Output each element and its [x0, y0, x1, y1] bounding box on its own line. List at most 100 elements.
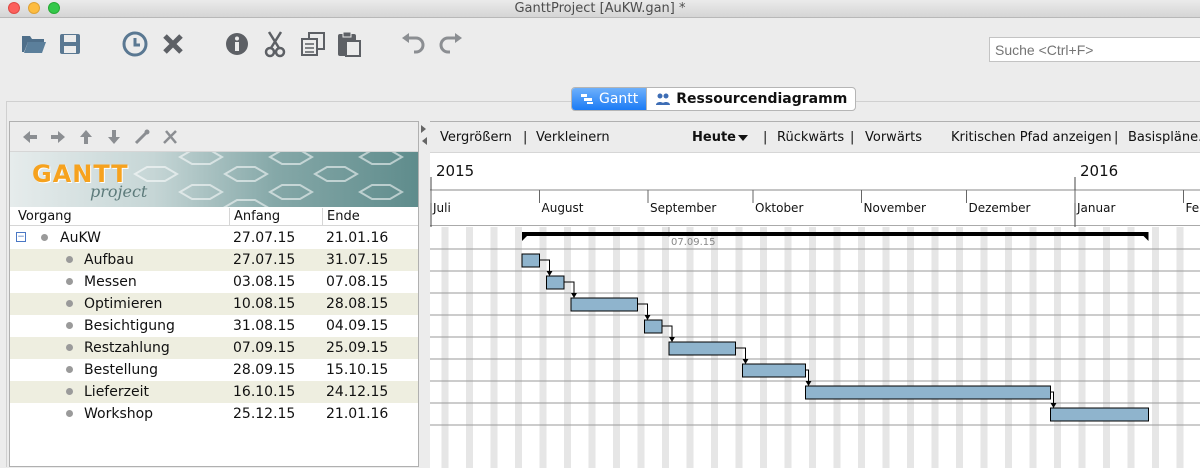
- task-row-bestellung[interactable]: Bestellung 28.09.15 15.10.15: [10, 359, 418, 381]
- tab-resources[interactable]: Ressourcendiagramm: [646, 88, 855, 110]
- column-header-end[interactable]: Ende: [327, 209, 360, 224]
- zoom-in-button[interactable]: Vergrößern: [440, 130, 512, 145]
- weekend-stripe: [1054, 227, 1061, 468]
- task-bar[interactable]: [571, 298, 638, 311]
- task-end: 24.12.15: [326, 384, 388, 400]
- month-label: August: [542, 201, 584, 215]
- weekend-stripe: [932, 227, 939, 468]
- critical-path-button[interactable]: Kritischen Pfad anzeigen: [951, 130, 1112, 145]
- task-row-aufbau[interactable]: Aufbau 27.07.15 31.07.15: [10, 249, 418, 271]
- forward-button[interactable]: Vorwärts: [865, 130, 922, 145]
- task-dot-icon: [66, 366, 73, 373]
- task-name: Besichtigung: [84, 318, 175, 334]
- delete-icon[interactable]: [158, 29, 188, 59]
- task-row-restzahlung[interactable]: Restzahlung 07.09.15 25.09.15: [10, 337, 418, 359]
- task-name: Optimieren: [84, 296, 162, 312]
- task-dot-icon: [66, 410, 73, 417]
- task-bar[interactable]: [669, 342, 736, 355]
- task-bar[interactable]: [1051, 408, 1149, 421]
- task-row-optimieren[interactable]: Optimieren 10.08.15 28.08.15: [10, 293, 418, 315]
- weekend-stripe: [662, 227, 669, 468]
- back-button[interactable]: Rückwärts: [777, 130, 844, 145]
- month-label: Januar: [1076, 201, 1115, 215]
- task-name: Messen: [84, 274, 137, 290]
- cut-icon[interactable]: [260, 29, 290, 59]
- unlink-icon[interactable]: [160, 127, 180, 147]
- weekend-stripe: [834, 227, 841, 468]
- dependency-arrowhead: [669, 337, 675, 342]
- dependency-arrowhead: [571, 293, 577, 298]
- task-bar[interactable]: [645, 320, 663, 333]
- weekend-stripe: [564, 227, 571, 468]
- open-folder-icon[interactable]: [19, 29, 49, 59]
- task-start: 27.07.15: [233, 252, 295, 268]
- task-bar[interactable]: [547, 276, 565, 289]
- weekend-stripe: [956, 227, 963, 468]
- task-dot-icon: [66, 388, 73, 395]
- weekend-stripe: [491, 227, 498, 468]
- panel-splitter[interactable]: [419, 121, 430, 467]
- task-dot-icon: [41, 234, 48, 241]
- task-row-workshop[interactable]: Workshop 25.12.15 21.01.16: [10, 403, 418, 425]
- task-row-messen[interactable]: Messen 03.08.15 07.08.15: [10, 271, 418, 293]
- clock-icon[interactable]: [120, 29, 150, 59]
- splitter-arrows-icon[interactable]: [419, 123, 430, 153]
- task-name: Bestellung: [84, 362, 158, 378]
- weekend-stripe: [883, 227, 890, 468]
- tab-gantt[interactable]: Gantt: [572, 88, 646, 110]
- task-bar[interactable]: [806, 386, 1051, 399]
- people-icon: [655, 92, 671, 106]
- weekend-stripe: [1128, 227, 1135, 468]
- today-button[interactable]: Heute: [692, 130, 736, 145]
- column-header-start[interactable]: Anfang: [234, 209, 280, 224]
- task-row-besichtigung[interactable]: Besichtigung 31.08.15 04.09.15: [10, 315, 418, 337]
- arrow-down-icon[interactable]: [104, 127, 124, 147]
- task-start: 07.09.15: [233, 340, 295, 356]
- task-name: Aufbau: [84, 252, 134, 268]
- task-start: 03.08.15: [233, 274, 295, 290]
- task-dot-icon: [66, 322, 73, 329]
- window-title: GanttProject [AuKW.gan] *: [0, 1, 1200, 16]
- task-end: 07.08.15: [326, 274, 388, 290]
- arrow-right-icon[interactable]: [48, 127, 68, 147]
- gantt-bars: 07.09.15: [430, 227, 1200, 468]
- link-icon[interactable]: [132, 127, 152, 147]
- task-row-lieferzeit[interactable]: Lieferzeit 16.10.15 24.12.15: [10, 381, 418, 403]
- weekend-stripe: [515, 227, 522, 468]
- save-icon[interactable]: [55, 29, 85, 59]
- weekend-stripe: [809, 227, 816, 468]
- month-label: Feb: [1186, 201, 1200, 215]
- task-dot-icon: [66, 256, 73, 263]
- paste-icon[interactable]: [334, 29, 364, 59]
- arrow-left-icon[interactable]: [20, 127, 40, 147]
- info-icon[interactable]: [222, 29, 252, 59]
- dependency-arrowhead: [743, 359, 749, 364]
- task-end: 28.08.15: [326, 296, 388, 312]
- weekend-stripe: [1079, 227, 1086, 468]
- task-start: 10.08.15: [233, 296, 295, 312]
- weekend-stripe: [981, 227, 988, 468]
- task-row-aukw[interactable]: − AuKW 27.07.15 21.01.16: [10, 227, 418, 249]
- task-bar[interactable]: [522, 254, 540, 267]
- weekend-stripe: [613, 227, 620, 468]
- arrow-up-icon[interactable]: [76, 127, 96, 147]
- year-label: 2015: [436, 162, 474, 180]
- baselines-button[interactable]: Basispläne...: [1128, 130, 1200, 145]
- copy-icon[interactable]: [298, 29, 328, 59]
- task-start: 28.09.15: [233, 362, 295, 378]
- task-bar[interactable]: [743, 364, 806, 377]
- zoom-out-button[interactable]: Verkleinern: [536, 130, 610, 145]
- gantt-chart-panel: Vergrößern | Verkleinern Heute | Rückwär…: [430, 121, 1200, 467]
- collapse-toggle-icon[interactable]: −: [16, 232, 26, 242]
- today-marker-label: 07.09.15: [671, 237, 716, 248]
- task-name: Lieferzeit: [84, 384, 149, 400]
- undo-icon[interactable]: [398, 29, 428, 59]
- redo-icon[interactable]: [436, 29, 466, 59]
- chevron-down-icon[interactable]: [738, 135, 748, 141]
- chart-toolbar: Vergrößern | Verkleinern Heute | Rückwär…: [430, 122, 1200, 152]
- column-header-name[interactable]: Vorgang: [18, 209, 72, 224]
- search-input[interactable]: [989, 37, 1200, 62]
- summary-bar[interactable]: [522, 232, 1149, 236]
- tab-gantt-label: Gantt: [599, 91, 638, 107]
- task-end: 25.09.15: [326, 340, 388, 356]
